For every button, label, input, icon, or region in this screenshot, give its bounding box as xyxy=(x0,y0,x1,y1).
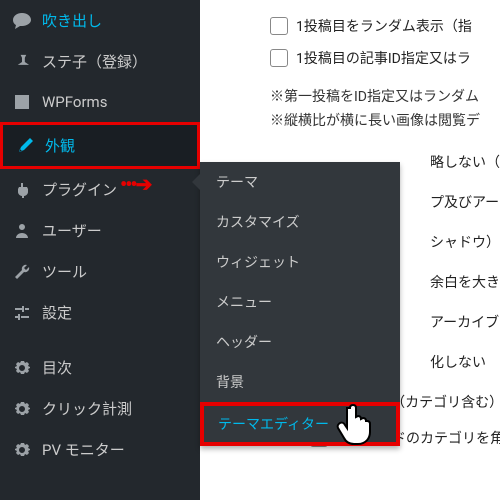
sidebar-item-label: 設定 xyxy=(42,302,72,323)
sidebar-item-label: プラグイン xyxy=(42,179,117,200)
sidebar-item-appearance[interactable]: 外観 xyxy=(0,122,200,169)
wpforms-icon xyxy=(12,92,32,112)
plugin-icon xyxy=(12,180,32,200)
admin-sidebar: 吹き出し ステ子（登録） WPForms 外観 プラグイン ユーザー ツール 設… xyxy=(0,0,200,500)
submenu-item-themes[interactable]: テーマ xyxy=(200,162,400,202)
gear-icon xyxy=(12,399,32,419)
submenu-item-theme-editor[interactable]: テーマエディター xyxy=(200,402,400,446)
sidebar-item-label: 目次 xyxy=(42,357,72,378)
submenu-item-customize[interactable]: カスタマイズ xyxy=(200,202,400,242)
submenu-item-menus[interactable]: メニュー xyxy=(200,282,400,322)
submenu-item-background[interactable]: 背景 xyxy=(200,362,400,402)
sidebar-item-label: ツール xyxy=(42,261,87,282)
text-fragment: プ及びアーカ xyxy=(430,192,500,212)
sidebar-item-wpforms[interactable]: WPForms xyxy=(0,82,200,122)
text-fragment: 余白を大きく xyxy=(430,272,500,292)
appearance-submenu: テーマ カスタマイズ ウィジェット メニュー ヘッダー 背景 テーマエディター xyxy=(200,162,400,446)
checkbox[interactable] xyxy=(270,49,288,67)
sidebar-item-label: PV モニター xyxy=(42,439,125,460)
sidebar-item-label: クリック計測 xyxy=(42,398,132,419)
option-label: 1投稿目の記事ID指定又はラ xyxy=(296,48,471,68)
sidebar-item-label: 外観 xyxy=(45,135,75,156)
note-text: ※縦横比が横に長い画像は閲覧デ xyxy=(270,108,500,132)
text-fragment: 化しない xyxy=(430,352,486,372)
sidebar-item-settings[interactable]: 設定 xyxy=(0,292,200,333)
sidebar-item-label: ユーザー xyxy=(42,220,102,241)
text-fragment: アーカイブタ xyxy=(430,312,500,332)
sidebar-item-label: WPForms xyxy=(42,93,107,111)
sidebar-item-click[interactable]: クリック計測 xyxy=(0,388,200,429)
checkbox[interactable] xyxy=(270,17,288,35)
sliders-icon xyxy=(12,303,32,323)
sidebar-item-plugins[interactable]: プラグイン xyxy=(0,169,200,210)
annotation-arrow: •••➔ xyxy=(120,172,150,196)
sidebar-item-fukidashi[interactable]: 吹き出し xyxy=(0,0,200,41)
speech-icon xyxy=(12,11,32,31)
submenu-item-header[interactable]: ヘッダー xyxy=(200,322,400,362)
users-icon xyxy=(12,221,32,241)
note-text: ※第一投稿をID指定又はランダム xyxy=(270,84,500,108)
wrench-icon xyxy=(12,262,32,282)
brush-icon xyxy=(15,136,35,156)
sidebar-item-pvmonitor[interactable]: PV モニター xyxy=(0,429,200,470)
option-label: 1投稿目をランダム表示（指 xyxy=(296,16,472,36)
sidebar-item-label: ステ子（登録） xyxy=(42,51,147,72)
gear-icon xyxy=(12,440,32,460)
text-fragment: 略しない（※ xyxy=(430,152,500,172)
pin-icon xyxy=(12,52,32,72)
sidebar-item-suteko[interactable]: ステ子（登録） xyxy=(0,41,200,82)
submenu-item-widgets[interactable]: ウィジェット xyxy=(200,242,400,282)
sidebar-item-tools[interactable]: ツール xyxy=(0,251,200,292)
sidebar-item-users[interactable]: ユーザー xyxy=(0,210,200,251)
sidebar-item-toc[interactable]: 目次 xyxy=(0,347,200,388)
sidebar-item-label: 吹き出し xyxy=(42,10,102,31)
gear-icon xyxy=(12,358,32,378)
text-fragment: シャドウ）を xyxy=(430,232,500,252)
